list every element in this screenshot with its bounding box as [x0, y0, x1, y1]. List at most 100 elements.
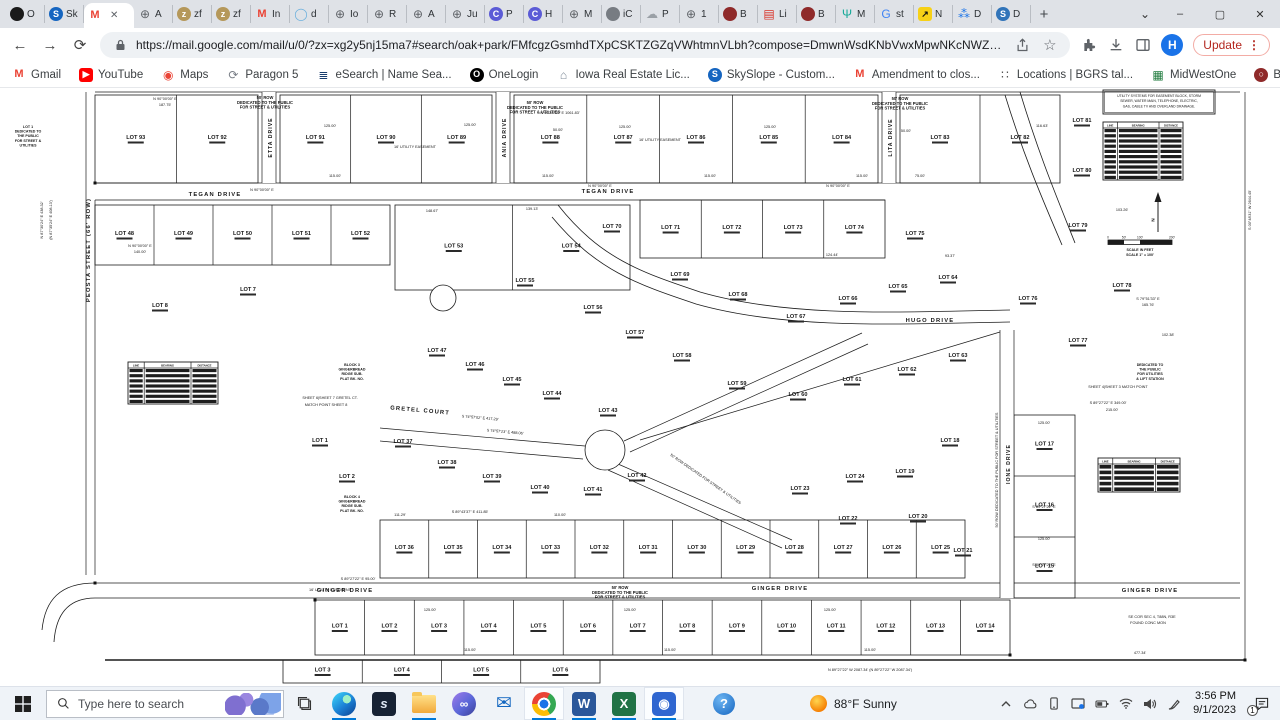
svg-text:GAS, CABLE TV AND OVERLAND DRA: GAS, CABLE TV AND OVERLAND DRAINAGE. [1123, 104, 1196, 108]
tab-21[interactable]: ΨM [836, 5, 875, 23]
forward-button[interactable]: → [40, 37, 60, 54]
tray-phone-icon[interactable] [1043, 697, 1065, 710]
address-bar[interactable]: https://mail.google.com/mail/u/0/?zx=xg2… [100, 32, 1070, 58]
tab-12[interactable]: CP [485, 5, 524, 23]
url-text: https://mail.google.com/mail/u/0/?zx=xg2… [136, 38, 1007, 52]
svg-text:LOT 70: LOT 70 [603, 224, 622, 230]
svg-text:50' ROW DEDICATED TO THE PUBLI: 50' ROW DEDICATED TO THE PUBLIC FOR STRE… [995, 412, 999, 527]
extensions-puzzle-icon[interactable] [1080, 37, 1097, 54]
bookmark-4[interactable]: ≣eSearch | Name Sea... [316, 68, 451, 82]
svg-text:115.00': 115.00' [329, 174, 341, 178]
tab-8[interactable]: ⊕Io [329, 5, 368, 23]
bookmark-5[interactable]: OOneLogin [470, 68, 539, 82]
tab-4[interactable]: zzf [173, 5, 212, 23]
plat-map-document[interactable]: LOT 93LOT 92LOT 91LOT 90LOT 89LOT 88LOT … [0, 88, 1280, 686]
weather-widget[interactable]: 88°F Sunny [800, 687, 907, 720]
tray-chevron-icon[interactable] [995, 698, 1017, 710]
bookmark-8[interactable]: MAmendment to clos... [853, 68, 980, 82]
tab-1[interactable]: SSk [45, 5, 84, 23]
bookmark-10[interactable]: ▦MidWestOne [1151, 68, 1236, 82]
tab-16[interactable]: ☁P [641, 5, 680, 23]
svg-text:50.00': 50.00' [553, 128, 564, 132]
start-button[interactable] [0, 687, 46, 720]
tray-cloud-icon[interactable] [1019, 698, 1041, 710]
bookmark-star-icon[interactable]: ☆ [1041, 37, 1058, 54]
tab-14[interactable]: ⊕M [563, 5, 602, 23]
help-app-button[interactable]: ? [704, 687, 744, 720]
taskbar-app-excel[interactable]: X [604, 687, 644, 720]
taskbar-app-mail[interactable]: ✉ [484, 687, 524, 720]
tab-23[interactable]: ↗N [914, 5, 953, 23]
bookmark-1[interactable]: ▶YouTube [79, 68, 143, 82]
tab-6[interactable]: MIn [251, 5, 290, 23]
tray-battery-icon[interactable] [1091, 699, 1113, 709]
minimize-button[interactable]: – [1160, 0, 1200, 28]
close-window-button[interactable]: ✕ [1240, 0, 1280, 28]
tab-search-chevron-icon[interactable]: ⌄ [1130, 0, 1160, 28]
taskbar-app-loop[interactable]: ∞ [444, 687, 484, 720]
taskbar-search-input[interactable]: Type here to search [46, 690, 284, 718]
taskbar-app-chrome[interactable] [524, 687, 564, 720]
svg-text:LOT 37: LOT 37 [394, 439, 413, 445]
tab-3[interactable]: ⊕A [134, 5, 173, 23]
taskbar-app-edge[interactable] [324, 687, 364, 720]
new-tab-button[interactable]: + [1031, 0, 1057, 28]
tab-17[interactable]: ⊕1 [680, 5, 719, 23]
svg-text:N 90°00'00" E: N 90°00'00" E [826, 184, 850, 188]
tab-22[interactable]: Gst [875, 5, 914, 23]
tab-2-active-gmail[interactable]: M✕ [84, 3, 134, 28]
bookmark-2[interactable]: ◉Maps [161, 68, 208, 82]
task-view-button[interactable] [284, 687, 324, 720]
tab-9[interactable]: ⊕R [368, 5, 407, 23]
favicon: G [879, 7, 893, 21]
reload-button[interactable]: ⟳ [70, 36, 90, 54]
taskbar-app-skyslope[interactable]: s [364, 687, 404, 720]
svg-text:RIDGE SUB.: RIDGE SUB. [342, 372, 363, 376]
update-chrome-button[interactable]: Update ⋮ [1193, 34, 1270, 56]
tab-label: Li [779, 9, 787, 20]
side-panel-icon[interactable] [1134, 37, 1151, 54]
svg-text:DISTANCE: DISTANCE [197, 363, 211, 367]
back-button[interactable]: ← [10, 37, 30, 54]
tab-18[interactable]: B [719, 5, 758, 23]
bookmark-3[interactable]: ⟳Paragon 5 [226, 68, 298, 82]
tab-0[interactable]: O [6, 5, 45, 23]
svg-text:LOT 79: LOT 79 [1069, 223, 1088, 229]
bookmark-0[interactable]: MGmail [12, 68, 61, 82]
profile-avatar[interactable]: H [1161, 34, 1183, 56]
taskbar-app-capture[interactable]: ◉ [644, 687, 684, 720]
svg-text:BLOCK 4: BLOCK 4 [344, 495, 360, 499]
taskbar-app-word[interactable]: W [564, 687, 604, 720]
svg-text:LOT 42: LOT 42 [628, 473, 647, 479]
tab-24[interactable]: ⁂D [953, 5, 992, 23]
tray-volume-icon[interactable] [1139, 698, 1161, 710]
close-tab-icon[interactable]: ✕ [110, 10, 118, 21]
tab-25[interactable]: SD [992, 5, 1031, 23]
bookmark-9[interactable]: ∷Locations | BGRS tal... [998, 68, 1133, 82]
svg-text:165.76': 165.76' [1142, 303, 1155, 307]
tab-10[interactable]: ⊕A [407, 5, 446, 23]
svg-text:DEDICATED TO: DEDICATED TO [1137, 363, 1164, 367]
gmail-content-area[interactable]: LOT 93LOT 92LOT 91LOT 90LOT 89LOT 88LOT … [0, 88, 1280, 686]
share-icon[interactable] [1014, 37, 1031, 54]
bookmark-7[interactable]: SSkySlope - Custom... [708, 68, 835, 82]
tray-pen-icon[interactable] [1163, 698, 1185, 710]
bookmark-6[interactable]: ⌂Iowa Real Estate Lic... [556, 68, 689, 82]
taskbar-app-explorer[interactable] [404, 687, 444, 720]
tab-7[interactable]: ◯d [290, 5, 329, 23]
tab-13[interactable]: CH [524, 5, 563, 23]
tray-screen-icon[interactable] [1067, 698, 1089, 710]
tab-5[interactable]: zzf [212, 5, 251, 23]
tab-11[interactable]: ⊕Ju [446, 5, 485, 23]
tab-19[interactable]: ▤Li [758, 5, 797, 23]
taskbar-clock[interactable]: 3:56 PM 9/1/2023 [1185, 690, 1244, 718]
maximize-button[interactable]: ▢ [1200, 0, 1240, 28]
svg-text:LOT 55: LOT 55 [516, 278, 535, 284]
tab-15[interactable]: iC [602, 5, 641, 23]
tray-wifi-icon[interactable] [1115, 698, 1137, 709]
download-icon[interactable] [1107, 37, 1124, 54]
favicon: M [853, 68, 867, 82]
action-center-button[interactable]: 1 [1244, 687, 1280, 720]
bookmark-11[interactable]: ○Beacon [1254, 68, 1280, 82]
tab-20[interactable]: B [797, 5, 836, 23]
